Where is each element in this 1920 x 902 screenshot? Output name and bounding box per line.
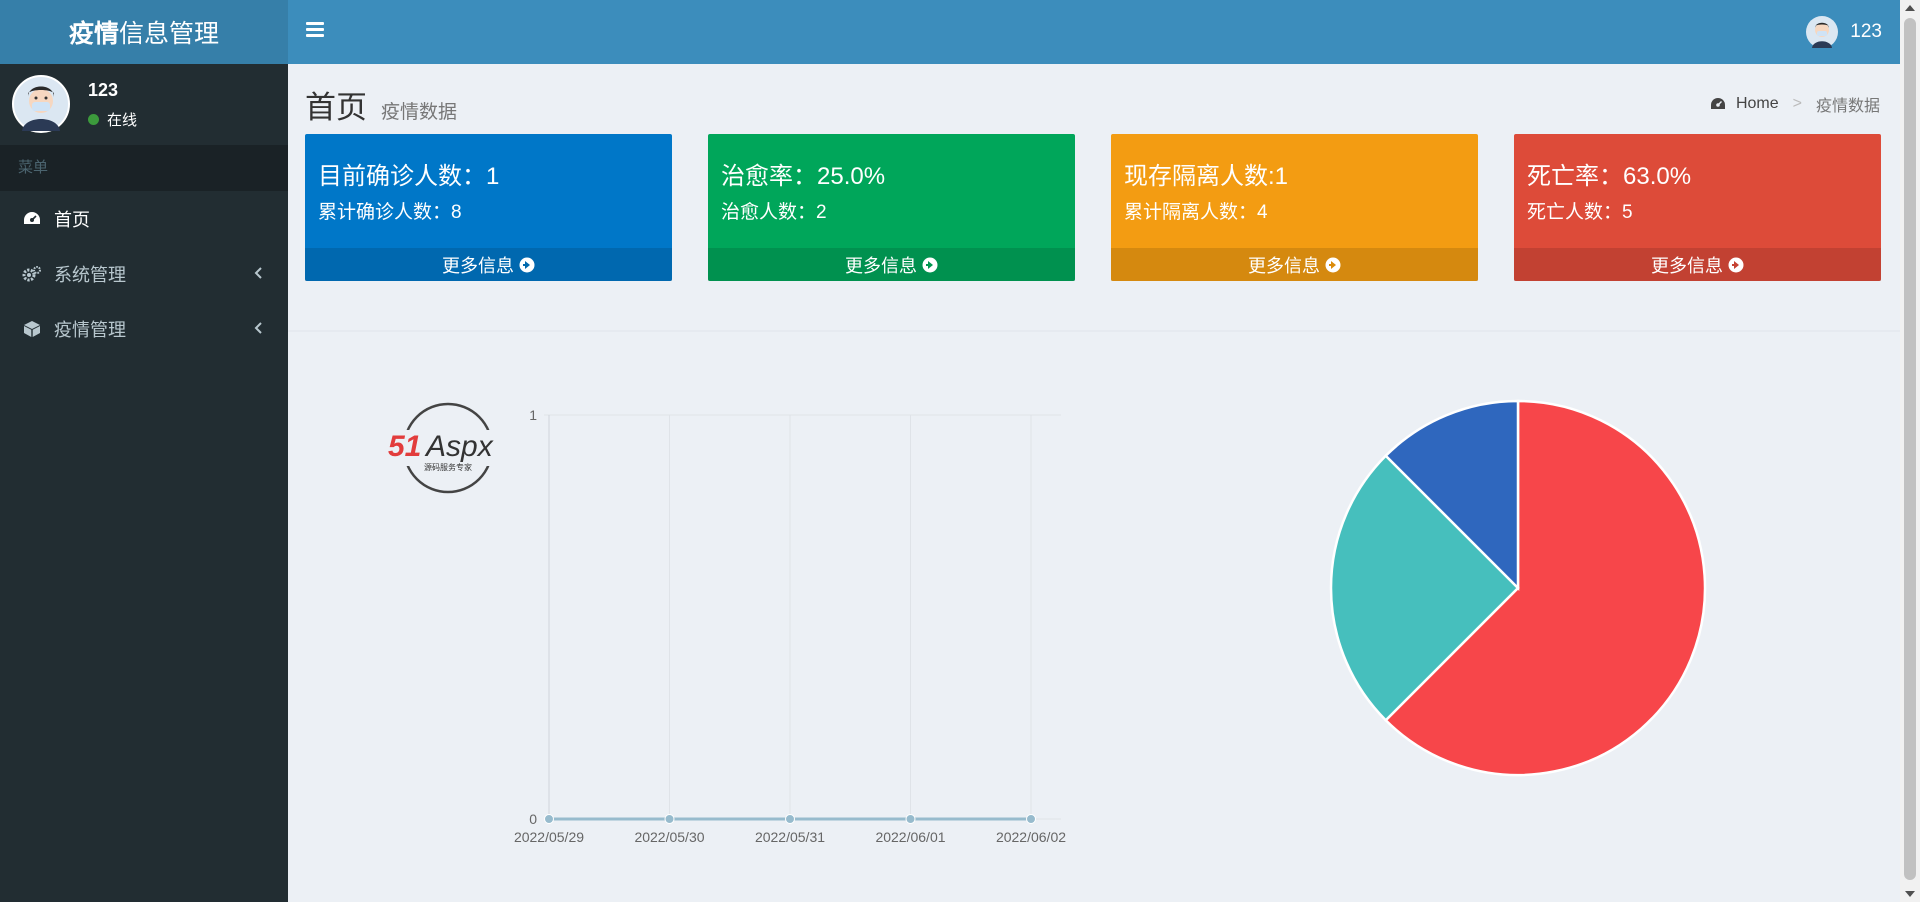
info-box-confirmed: 目前确诊人数：1 累计确诊人数：8 更多信息 (305, 134, 672, 281)
more-info-label: 更多信息 (1651, 255, 1723, 276)
info-box-detail: 治愈人数：2 (721, 202, 827, 223)
sidebar-item-label: 系统管理 (54, 264, 126, 285)
logo-tagline: 源码服务专家 (424, 462, 472, 472)
navbar-user-name: 123 (1850, 21, 1882, 42)
data-point (785, 814, 795, 824)
sidebar: 123 在线 菜单 首页 系统管理 疫情管理 (0, 64, 288, 902)
x-tick-label: 2022/05/29 (514, 829, 584, 845)
menu-toggle-icon[interactable] (306, 22, 324, 38)
sidebar-item-home[interactable]: 首页 (0, 191, 288, 246)
logo-text: 信息管理 (119, 20, 220, 48)
info-box-value: 现存隔离人数:1 (1124, 163, 1289, 190)
breadcrumb-separator: > (1792, 95, 1802, 112)
info-box-isolation: 现存隔离人数:1 累计隔离人数：4 更多信息 (1111, 134, 1478, 281)
more-info-button[interactable]: 更多信息 (708, 248, 1075, 281)
arrow-circle-right-icon (1325, 257, 1341, 272)
chevron-left-icon (254, 322, 262, 334)
data-point (1026, 814, 1036, 824)
more-info-button[interactable]: 更多信息 (305, 248, 672, 281)
logo-bold-text: 疫情 (68, 20, 119, 48)
user-status-text: 在线 (107, 112, 138, 129)
logo-text-red: 51 (388, 430, 421, 463)
dashboard-icon (1710, 98, 1725, 109)
navbar-user-menu[interactable]: 123 (1806, 16, 1882, 48)
data-point (544, 814, 554, 824)
pie-chart (1329, 399, 1707, 777)
dashboard-icon (22, 209, 42, 229)
info-box-detail: 累计隔离人数：4 (1124, 202, 1268, 223)
more-info-button[interactable]: 更多信息 (1111, 248, 1478, 281)
more-info-label: 更多信息 (845, 255, 917, 276)
data-point (905, 814, 916, 824)
more-info-label: 更多信息 (442, 255, 514, 276)
sidebar-item-label: 首页 (54, 209, 90, 230)
info-box-value: 死亡率：63.0% (1527, 163, 1692, 190)
info-box-value: 目前确诊人数：1 (318, 163, 500, 190)
x-tick-label: 2022/06/01 (875, 829, 945, 845)
x-tick-label: 2022/05/30 (634, 829, 704, 845)
cube-icon (22, 319, 42, 339)
user-status: 在线 (88, 109, 137, 130)
scroll-up-arrow-icon[interactable] (1905, 5, 1915, 11)
menu-header: 菜单 (0, 145, 288, 191)
more-info-button[interactable]: 更多信息 (1514, 248, 1881, 281)
breadcrumb-home-link[interactable]: Home (1736, 95, 1779, 113)
data-point (664, 814, 675, 824)
user-panel: 123 在线 (0, 64, 288, 145)
sidebar-item-label: 疫情管理 (54, 319, 126, 340)
scroll-thumb[interactable] (1904, 18, 1916, 880)
more-info-label: 更多信息 (1248, 255, 1320, 276)
page-subtitle: 疫情数据 (381, 102, 458, 123)
section-divider (288, 330, 1900, 332)
breadcrumb-current: 疫情数据 (1815, 98, 1880, 115)
chevron-left-icon (254, 267, 262, 279)
line-chart: 0 1 2022/05/29 2022/05/30 2022/05/31 2022/06/… (514, 407, 1066, 845)
x-tick-label: 2022/05/31 (755, 829, 825, 845)
user-avatar-icon (12, 75, 70, 133)
user-avatar-icon (1806, 16, 1839, 48)
sidebar-item-system[interactable]: 系统管理 (0, 246, 288, 301)
y-tick-label: 0 (529, 811, 537, 827)
info-box-cure-rate: 治愈率：25.0% 治愈人数：2 更多信息 (708, 134, 1075, 281)
info-box-death-rate: 死亡率：63.0% 死亡人数：5 更多信息 (1514, 134, 1881, 281)
arrow-circle-right-icon (519, 257, 535, 272)
x-tick-label: 2022/06/02 (996, 829, 1066, 845)
arrow-circle-right-icon (1728, 257, 1744, 272)
page-scrollbar[interactable] (1900, 0, 1920, 902)
logo-text-dark: Aspx (424, 430, 494, 463)
arrow-circle-right-icon (922, 257, 938, 272)
y-tick-label: 1 (529, 407, 537, 423)
page-title: 首页 (305, 90, 367, 125)
online-dot-icon (88, 114, 99, 125)
gears-icon (22, 264, 42, 284)
scroll-down-arrow-icon[interactable] (1905, 891, 1915, 897)
app-logo[interactable]: 疫情 信息管理 (0, 0, 288, 64)
info-box-value: 治愈率：25.0% (721, 163, 886, 190)
info-box-detail: 累计确诊人数：8 (318, 202, 462, 223)
sidebar-user-name: 123 (88, 80, 119, 100)
top-navbar: 123 (288, 0, 1900, 64)
sidebar-item-epidemic[interactable]: 疫情管理 (0, 301, 288, 356)
content-header: 首页 疫情数据 (305, 82, 457, 127)
51aspx-watermark-logo: 51 Aspx 源码服务专家 (384, 402, 514, 494)
info-box-detail: 死亡人数：5 (1527, 202, 1633, 223)
breadcrumb: Home > 疫情数据 (1710, 92, 1880, 116)
